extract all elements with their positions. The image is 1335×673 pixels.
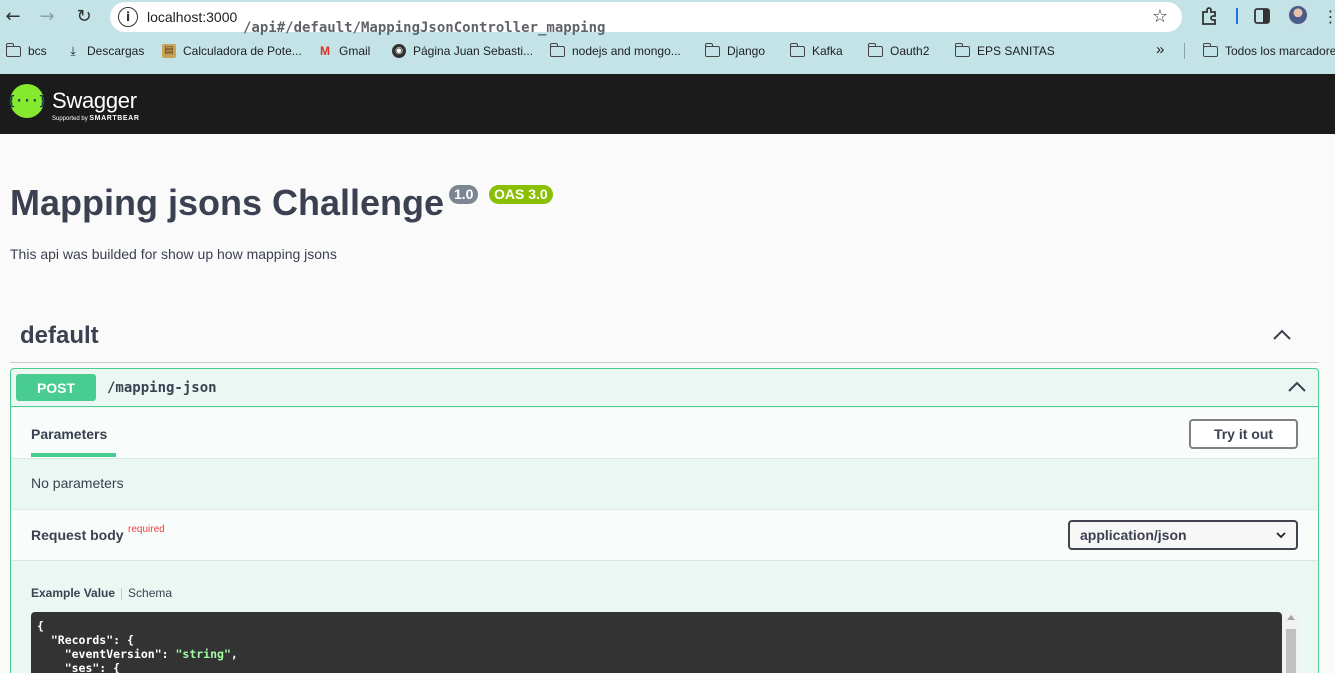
code-text: , <box>230 647 238 661</box>
api-description: This api was builded for show up how map… <box>10 246 337 262</box>
more-bookmarks-chevron-icon[interactable]: » <box>1156 41 1164 58</box>
operation-post-mapping-json: POST /mapping-json Parameters Try it out… <box>10 368 1319 673</box>
swagger-brand-name[interactable]: Swagger <box>52 88 137 114</box>
chevron-down-icon <box>1276 532 1286 539</box>
bookmark-pagina-juan[interactable]: ◉ Página Juan Sebasti... <box>392 44 533 58</box>
url-path: /api#/default/MappingJsonController_mapp… <box>243 20 606 36</box>
folder-icon <box>1202 42 1218 57</box>
version-badge: 1.0 <box>449 185 479 204</box>
try-it-out-button[interactable]: Try it out <box>1189 419 1298 449</box>
swagger-logo-icon[interactable]: {···} <box>7 84 47 118</box>
tab-example-value[interactable]: Example Value <box>31 586 115 600</box>
url-host: localhost:3000 <box>147 9 238 25</box>
content-type-value: application/json <box>1080 527 1187 543</box>
code-line: "ses": { <box>37 661 1276 673</box>
tab-active-underline <box>31 453 116 457</box>
bookmark-label: Kafka <box>812 44 843 58</box>
code-string: "string" <box>175 647 231 661</box>
bookmark-star-icon[interactable]: ☆ <box>1152 6 1168 27</box>
bookmark-django[interactable]: Django <box>704 42 766 58</box>
method-badge[interactable]: POST <box>16 374 96 401</box>
tab-schema[interactable]: Schema <box>128 586 172 600</box>
folder-icon <box>867 42 883 57</box>
api-title: Mapping jsons Challenge <box>10 182 445 223</box>
folder-icon <box>5 42 21 57</box>
bookmark-label: bcs <box>28 44 47 58</box>
supported-by-text: Supported by SMARTBEAR <box>52 115 140 122</box>
code-line: { <box>37 619 1276 633</box>
code-text: "ses": { <box>37 661 121 673</box>
request-body-header: Request body required application/json <box>11 509 1318 561</box>
bookmark-descargas[interactable]: ⤓ Descargas <box>66 44 144 58</box>
tag-default-title[interactable]: default <box>20 322 99 350</box>
bookmark-eps-sanitas[interactable]: EPS SANITAS <box>954 42 1055 58</box>
tab-divider <box>121 587 123 600</box>
site-info-icon[interactable]: i <box>118 7 138 27</box>
globe-icon: ◉ <box>392 44 406 58</box>
no-parameters-text: No parameters <box>31 475 124 491</box>
scroll-up-arrow-icon[interactable] <box>1287 615 1295 620</box>
extensions-icon[interactable] <box>1198 5 1220 27</box>
example-code-block[interactable]: { "Records": { "eventVersion": "string",… <box>31 612 1282 673</box>
menu-icon[interactable]: ⋮ <box>1323 5 1335 27</box>
bookmark-label: Todos los marcadores <box>1225 44 1335 58</box>
bookmark-calculadora[interactable]: ▤ Calculadora de Pote... <box>162 44 302 58</box>
supported-by-label: Supported by <box>52 116 88 122</box>
bookmark-oauth2[interactable]: Oauth2 <box>867 42 930 58</box>
folder-icon <box>704 42 720 57</box>
gmail-icon: M <box>320 44 330 58</box>
folder-icon <box>549 42 565 57</box>
bookmark-bcs[interactable]: bcs <box>5 42 47 58</box>
toolbar-separator <box>1236 8 1238 24</box>
bookmark-kafka[interactable]: Kafka <box>789 42 843 58</box>
browser-chrome: ← → ↻ i localhost:3000/api#/default/Mapp… <box>0 0 1335 74</box>
code-text: "eventVersion": <box>37 647 176 661</box>
request-body-label: Request body <box>31 527 124 543</box>
bookmarks-divider <box>1184 43 1185 59</box>
bookmark-label: Django <box>727 44 766 58</box>
example-schema-tabs: Example Value Schema <box>31 586 172 600</box>
forward-icon[interactable]: → <box>36 5 58 27</box>
calculator-icon: ▤ <box>162 44 176 58</box>
bookmark-label: Gmail <box>339 44 371 58</box>
code-line: "Records": { <box>37 633 1276 647</box>
swagger-topbar: {···} Swagger Supported by SMARTBEAR <box>0 74 1335 134</box>
code-scrollbar[interactable] <box>1284 612 1298 673</box>
bookmark-label: Página Juan Sebasti... <box>413 44 534 58</box>
bookmarks-bar: bcs ⤓ Descargas ▤ Calculadora de Pote... M… <box>0 40 1335 66</box>
folder-icon <box>789 42 805 57</box>
code-text: { <box>37 619 44 633</box>
back-icon[interactable]: ← <box>2 5 24 27</box>
bookmark-label: Calculadora de Pote... <box>183 44 302 58</box>
bookmark-label: Oauth2 <box>890 44 930 58</box>
oas-badge: OAS 3.0 <box>489 185 553 204</box>
bookmark-gmail[interactable]: M Gmail <box>318 44 370 58</box>
code-text: "Records": { <box>37 633 134 647</box>
code-line: "eventVersion": "string", <box>37 647 1276 661</box>
bookmark-nodejs[interactable]: nodejs and mongo... <box>549 42 681 58</box>
collapse-operation-chevron-icon[interactable] <box>1287 380 1307 394</box>
operation-path[interactable]: /mapping-json <box>107 380 217 396</box>
collapse-tag-chevron-icon[interactable] <box>1272 328 1292 342</box>
tag-divider <box>10 362 1319 363</box>
parameters-header: Parameters Try it out <box>11 408 1318 459</box>
folder-icon <box>954 42 970 57</box>
tab-parameters[interactable]: Parameters <box>31 426 107 442</box>
reload-icon[interactable]: ↻ <box>73 5 95 27</box>
side-panel-icon[interactable] <box>1251 5 1273 27</box>
scroll-thumb[interactable] <box>1286 629 1296 673</box>
profile-avatar[interactable] <box>1288 5 1308 25</box>
address-url[interactable]: localhost:3000/api#/default/MappingJsonC… <box>147 9 605 36</box>
all-bookmarks[interactable]: Todos los marcadores <box>1202 42 1335 58</box>
content-type-select[interactable]: application/json <box>1068 520 1298 550</box>
bookmark-label: EPS SANITAS <box>977 44 1055 58</box>
bookmark-label: nodejs and mongo... <box>572 44 681 58</box>
required-marker: required <box>128 524 165 535</box>
address-bar[interactable]: i localhost:3000/api#/default/MappingJso… <box>110 2 1182 36</box>
operation-summary[interactable]: POST /mapping-json <box>11 369 1318 407</box>
smartbear-label: SMARTBEAR <box>89 115 140 122</box>
bookmark-label: Descargas <box>87 44 145 58</box>
download-icon: ⤓ <box>70 44 76 58</box>
